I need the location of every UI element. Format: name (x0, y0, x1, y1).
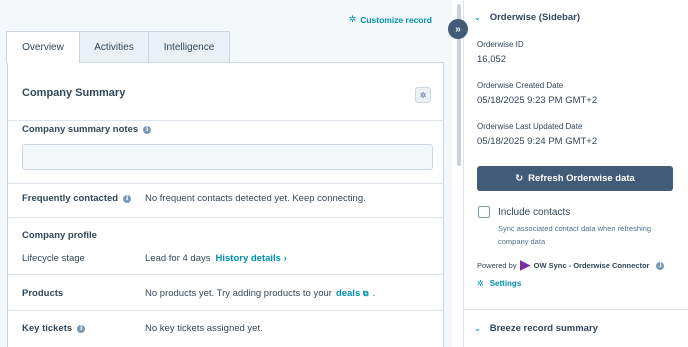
info-icon[interactable]: i (77, 324, 86, 333)
customize-record-link[interactable]: ✲ Customize record (349, 14, 432, 25)
notes-label-text: Company summary notes (22, 124, 139, 135)
tab-intelligence[interactable]: Intelligence (148, 31, 230, 62)
info-icon[interactable]: i (143, 125, 152, 134)
app-settings-link[interactable]: ✲ Settings (477, 279, 521, 288)
gear-icon: ✲ (419, 90, 427, 100)
chevron-down-icon: ⌄ (474, 324, 481, 333)
tab-overview[interactable]: Overview (6, 31, 80, 63)
products-label: Products (22, 288, 64, 299)
orderwise-id-value: 16,052 (477, 54, 507, 65)
lifecycle-stage-text: Lead for 4 days (145, 253, 211, 264)
orderwise-created-date-label: Orderwise Created Date (477, 81, 564, 90)
gear-icon: ✲ (348, 14, 357, 24)
gear-icon: ✲ (477, 279, 484, 288)
include-contacts-label[interactable]: Include contacts (498, 207, 570, 218)
info-icon[interactable]: i (123, 194, 132, 203)
refresh-orderwise-label: Refresh Orderwise data (528, 173, 635, 184)
lifecycle-stage-value: Lead for 4 days History details › (145, 253, 287, 264)
divider (8, 274, 443, 275)
history-details-link[interactable]: History details › (216, 253, 287, 264)
card-title: Company Summary (22, 87, 126, 99)
refresh-icon: ↻ (515, 173, 524, 184)
deals-link[interactable]: deals ⧉ (336, 288, 369, 299)
frequently-contacted-value: No frequent contacts detected yet. Keep … (145, 193, 366, 204)
frequently-contacted-label-text: Frequently contacted (22, 193, 119, 204)
collapse-sidebar-button[interactable]: » (448, 19, 468, 39)
app-logo-icon (519, 260, 531, 271)
powered-by: Powered by OW Sync - Orderwise Connector… (477, 260, 665, 271)
orderwise-updated-date-label: Orderwise Last Updated Date (477, 122, 583, 131)
lifecycle-stage-label: Lifecycle stage (22, 253, 85, 264)
products-value: No products yet. Try adding products to … (145, 288, 375, 299)
company-profile-label: Company profile (22, 230, 97, 241)
include-contacts-checkbox[interactable] (478, 206, 490, 218)
customize-record-label: Customize record (360, 14, 432, 25)
key-tickets-value: No key tickets assigned yet. (145, 323, 263, 334)
orderwise-id-label: Orderwise ID (477, 40, 524, 49)
info-icon[interactable]: i (656, 261, 665, 270)
chevron-right-icon: › (283, 253, 287, 264)
notes-label: Company summary notes i (22, 124, 152, 135)
card-settings-button[interactable]: ✲ (415, 87, 431, 103)
breeze-section-header[interactable]: ⌄ Breeze record summary (474, 323, 598, 334)
divider (8, 217, 443, 218)
refresh-orderwise-button[interactable]: ↻ Refresh Orderwise data (477, 166, 673, 191)
frequently-contacted-label: Frequently contacted i (22, 193, 132, 204)
key-tickets-label-text: Key tickets (22, 323, 73, 334)
key-tickets-label: Key tickets i (22, 323, 86, 334)
include-contacts-help: Sync associated contact data when refres… (498, 224, 652, 246)
tab-activities[interactable]: Activities (79, 31, 149, 62)
app-name[interactable]: OW Sync - Orderwise Connector (534, 261, 650, 270)
divider (8, 183, 443, 184)
company-summary-notes-field[interactable] (22, 144, 433, 170)
right-sidebar: ⌄ Orderwise (Sidebar) Orderwise ID 16,05… (463, 0, 688, 347)
double-chevron-right-icon: » (455, 23, 461, 35)
card-header: Company Summary ✲ (8, 63, 443, 121)
external-link-icon: ⧉ (362, 289, 369, 298)
orderwise-updated-date-value: 05/18/2025 9:24 PM GMT+2 (477, 136, 598, 147)
record-tabs: Overview Activities Intelligence (6, 31, 230, 63)
powered-by-label: Powered by (477, 261, 517, 270)
products-value-suffix: . (372, 288, 376, 299)
app-settings-label: Settings (489, 279, 522, 288)
breeze-section-title: Breeze record summary (489, 323, 598, 334)
divider (464, 309, 688, 310)
history-details-label: History details (215, 253, 281, 264)
orderwise-created-date-value: 05/18/2025 9:23 PM GMT+2 (477, 95, 598, 106)
orderwise-section-header[interactable]: ⌄ Orderwise (Sidebar) (474, 12, 580, 23)
products-value-prefix: No products yet. Try adding products to … (145, 288, 332, 299)
chevron-down-icon: ⌄ (474, 13, 481, 22)
main-panel: ✲ Customize record Overview Activities I… (0, 0, 452, 347)
orderwise-section-title: Orderwise (Sidebar) (489, 12, 580, 23)
divider (8, 310, 443, 311)
company-summary-card: Company Summary ✲ Company summary notes … (7, 62, 444, 347)
deals-link-label: deals (335, 288, 361, 299)
